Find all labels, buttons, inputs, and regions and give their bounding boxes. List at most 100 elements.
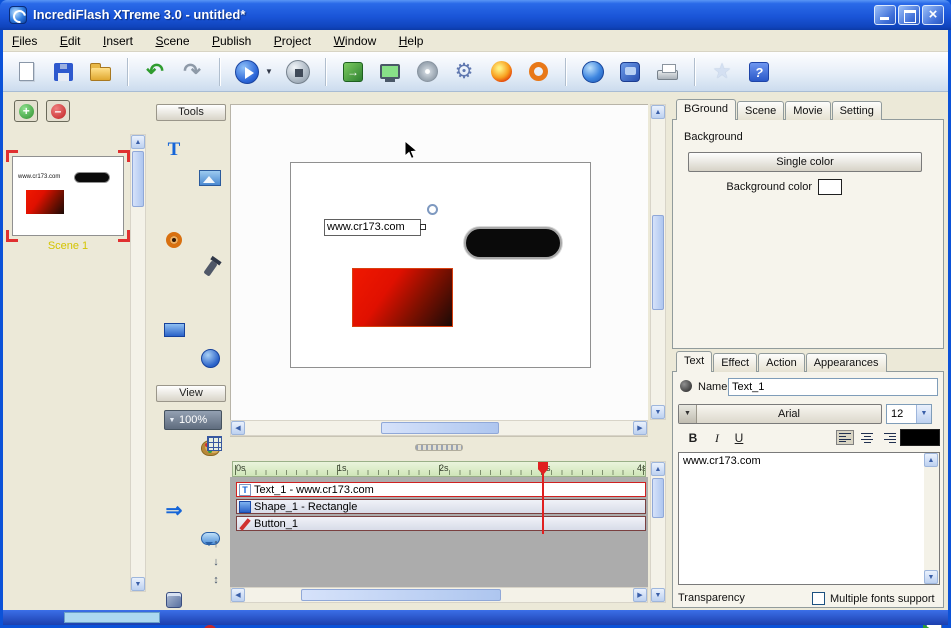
scroll-down-icon[interactable]: ▼ (651, 588, 665, 602)
text-editor-scrollbar[interactable]: ▲ ▼ (924, 453, 939, 584)
tab-movie[interactable]: Movie (785, 101, 830, 120)
text-content-editor[interactable]: www.cr173.com ▲ ▼ (678, 452, 940, 585)
ring-effect-icon[interactable] (525, 58, 551, 86)
timeline-ruler[interactable]: 0s 1s 2s 3s 4s (232, 461, 646, 477)
scrollbar-thumb[interactable] (652, 478, 664, 518)
favorites-icon[interactable] (709, 58, 735, 86)
selection-handle[interactable] (420, 224, 426, 230)
tab-action[interactable]: Action (758, 353, 805, 372)
timeline-track-button[interactable]: Button_1 (236, 516, 646, 531)
view-header[interactable]: View (156, 385, 226, 402)
scrollbar-thumb[interactable] (381, 422, 499, 434)
italic-button[interactable]: I (708, 429, 726, 446)
stop-icon[interactable] (285, 58, 311, 86)
menu-files[interactable]: Files (3, 30, 46, 52)
import-media-icon[interactable] (340, 58, 366, 86)
title-bar[interactable]: IncrediFlash XTreme 3.0 - untitled* (0, 0, 951, 30)
menu-publish[interactable]: Publish (203, 30, 260, 52)
menu-help[interactable]: Help (390, 30, 433, 52)
save-icon[interactable] (50, 58, 76, 86)
export-movie-icon[interactable] (377, 58, 403, 86)
rotate-handle-icon[interactable] (427, 204, 438, 215)
underline-button[interactable]: U (730, 429, 748, 446)
canvas-hscrollbar[interactable]: ◀ ▶ (230, 420, 648, 436)
timeline-hscrollbar[interactable]: ◀ ▶ (230, 587, 648, 603)
tab-text[interactable]: Text (676, 351, 712, 372)
scroll-up-icon[interactable]: ▲ (651, 105, 665, 119)
arrow-tool-icon[interactable] (160, 496, 188, 524)
scrollbar-thumb[interactable] (132, 151, 144, 207)
name-input[interactable] (728, 378, 938, 396)
scroll-left-icon[interactable]: ◀ (231, 588, 245, 602)
move-track-up-icon[interactable]: ↑ (208, 538, 224, 552)
new-document-icon[interactable] (13, 58, 39, 86)
preview-browser-icon[interactable] (617, 58, 643, 86)
airbrush-tool-icon[interactable] (196, 254, 224, 282)
background-color-swatch[interactable] (818, 179, 842, 195)
burn-cd-icon[interactable] (414, 58, 440, 86)
fit-grid-icon[interactable] (207, 436, 222, 451)
scroll-up-icon[interactable]: ▲ (131, 135, 145, 149)
tab-setting[interactable]: Setting (832, 101, 882, 120)
add-scene-button[interactable] (14, 100, 38, 122)
scroll-up-icon[interactable]: ▲ (924, 453, 938, 467)
publish-web-icon[interactable] (580, 58, 606, 86)
timeline-track-text[interactable]: Text_1 - www.cr173.com (236, 482, 646, 497)
play-preview-icon[interactable] (234, 58, 260, 86)
scroll-up-icon[interactable]: ▲ (651, 462, 665, 476)
image-tool-icon[interactable] (196, 164, 224, 192)
font-family-dropdown[interactable]: ▼ Arial (678, 404, 882, 424)
menu-insert[interactable]: Insert (94, 30, 142, 52)
canvas-text-object[interactable]: www.cr173.com (324, 219, 421, 236)
play-options-caret-icon[interactable] (265, 67, 274, 76)
scroll-down-icon[interactable]: ▼ (651, 405, 665, 419)
zoom-dropdown[interactable]: ▼ 100% (164, 410, 222, 430)
tools-header[interactable]: Tools (156, 104, 226, 121)
ellipse-tool-icon[interactable] (196, 344, 224, 372)
scrollbar-thumb[interactable] (301, 589, 501, 601)
text-color-swatch[interactable] (900, 429, 940, 446)
scroll-right-icon[interactable]: ▶ (633, 588, 647, 602)
align-left-icon[interactable] (836, 430, 854, 445)
canvas-button-object[interactable] (464, 227, 562, 259)
scroll-left-icon[interactable]: ◀ (231, 421, 245, 435)
open-folder-icon[interactable] (87, 58, 113, 86)
multiple-fonts-checkbox[interactable] (812, 592, 825, 605)
minimize-button[interactable] (874, 5, 896, 25)
redo-icon[interactable] (179, 58, 205, 86)
canvas-vscrollbar[interactable]: ▲ ▼ (650, 104, 666, 420)
menu-window[interactable]: Window (325, 30, 386, 52)
scrollbar-thumb[interactable] (652, 215, 664, 310)
timeline-track-shape[interactable]: Shape_1 - Rectangle (236, 499, 646, 514)
remove-scene-button[interactable] (46, 100, 70, 122)
maximize-button[interactable] (898, 5, 920, 25)
bold-button[interactable]: B (684, 429, 702, 446)
move-track-down-icon[interactable]: ↓ (208, 556, 224, 570)
scenes-scrollbar[interactable]: ▲ ▼ (130, 134, 146, 592)
scroll-right-icon[interactable]: ▶ (633, 421, 647, 435)
build-settings-icon[interactable] (451, 58, 477, 86)
fill-type-dropdown[interactable]: Single color (688, 152, 922, 172)
reorder-tracks-icon[interactable]: ↕ (208, 574, 224, 588)
target-tool-icon[interactable] (160, 226, 188, 254)
menu-scene[interactable]: Scene (146, 30, 198, 52)
text-tool-icon[interactable] (160, 136, 188, 164)
tab-bground[interactable]: BGround (676, 99, 736, 120)
close-button[interactable] (922, 5, 944, 25)
fire-effect-icon[interactable] (488, 58, 514, 86)
menu-project[interactable]: Project (265, 30, 320, 52)
tab-scene[interactable]: Scene (737, 101, 784, 120)
undo-icon[interactable] (142, 58, 168, 86)
align-center-icon[interactable] (858, 430, 876, 445)
timeline-vscrollbar[interactable]: ▲ ▼ (650, 461, 666, 603)
font-size-dropdown[interactable]: 12 ▼ (886, 404, 932, 424)
menu-edit[interactable]: Edit (51, 30, 90, 52)
tab-effect[interactable]: Effect (713, 353, 757, 372)
align-right-icon[interactable] (880, 430, 898, 445)
stage[interactable] (290, 162, 591, 368)
print-icon[interactable] (654, 58, 680, 86)
rectangle-tool-icon[interactable] (160, 316, 188, 344)
scroll-down-icon[interactable]: ▼ (924, 570, 938, 584)
tab-appearances[interactable]: Appearances (806, 353, 887, 372)
help-icon[interactable] (746, 58, 772, 86)
